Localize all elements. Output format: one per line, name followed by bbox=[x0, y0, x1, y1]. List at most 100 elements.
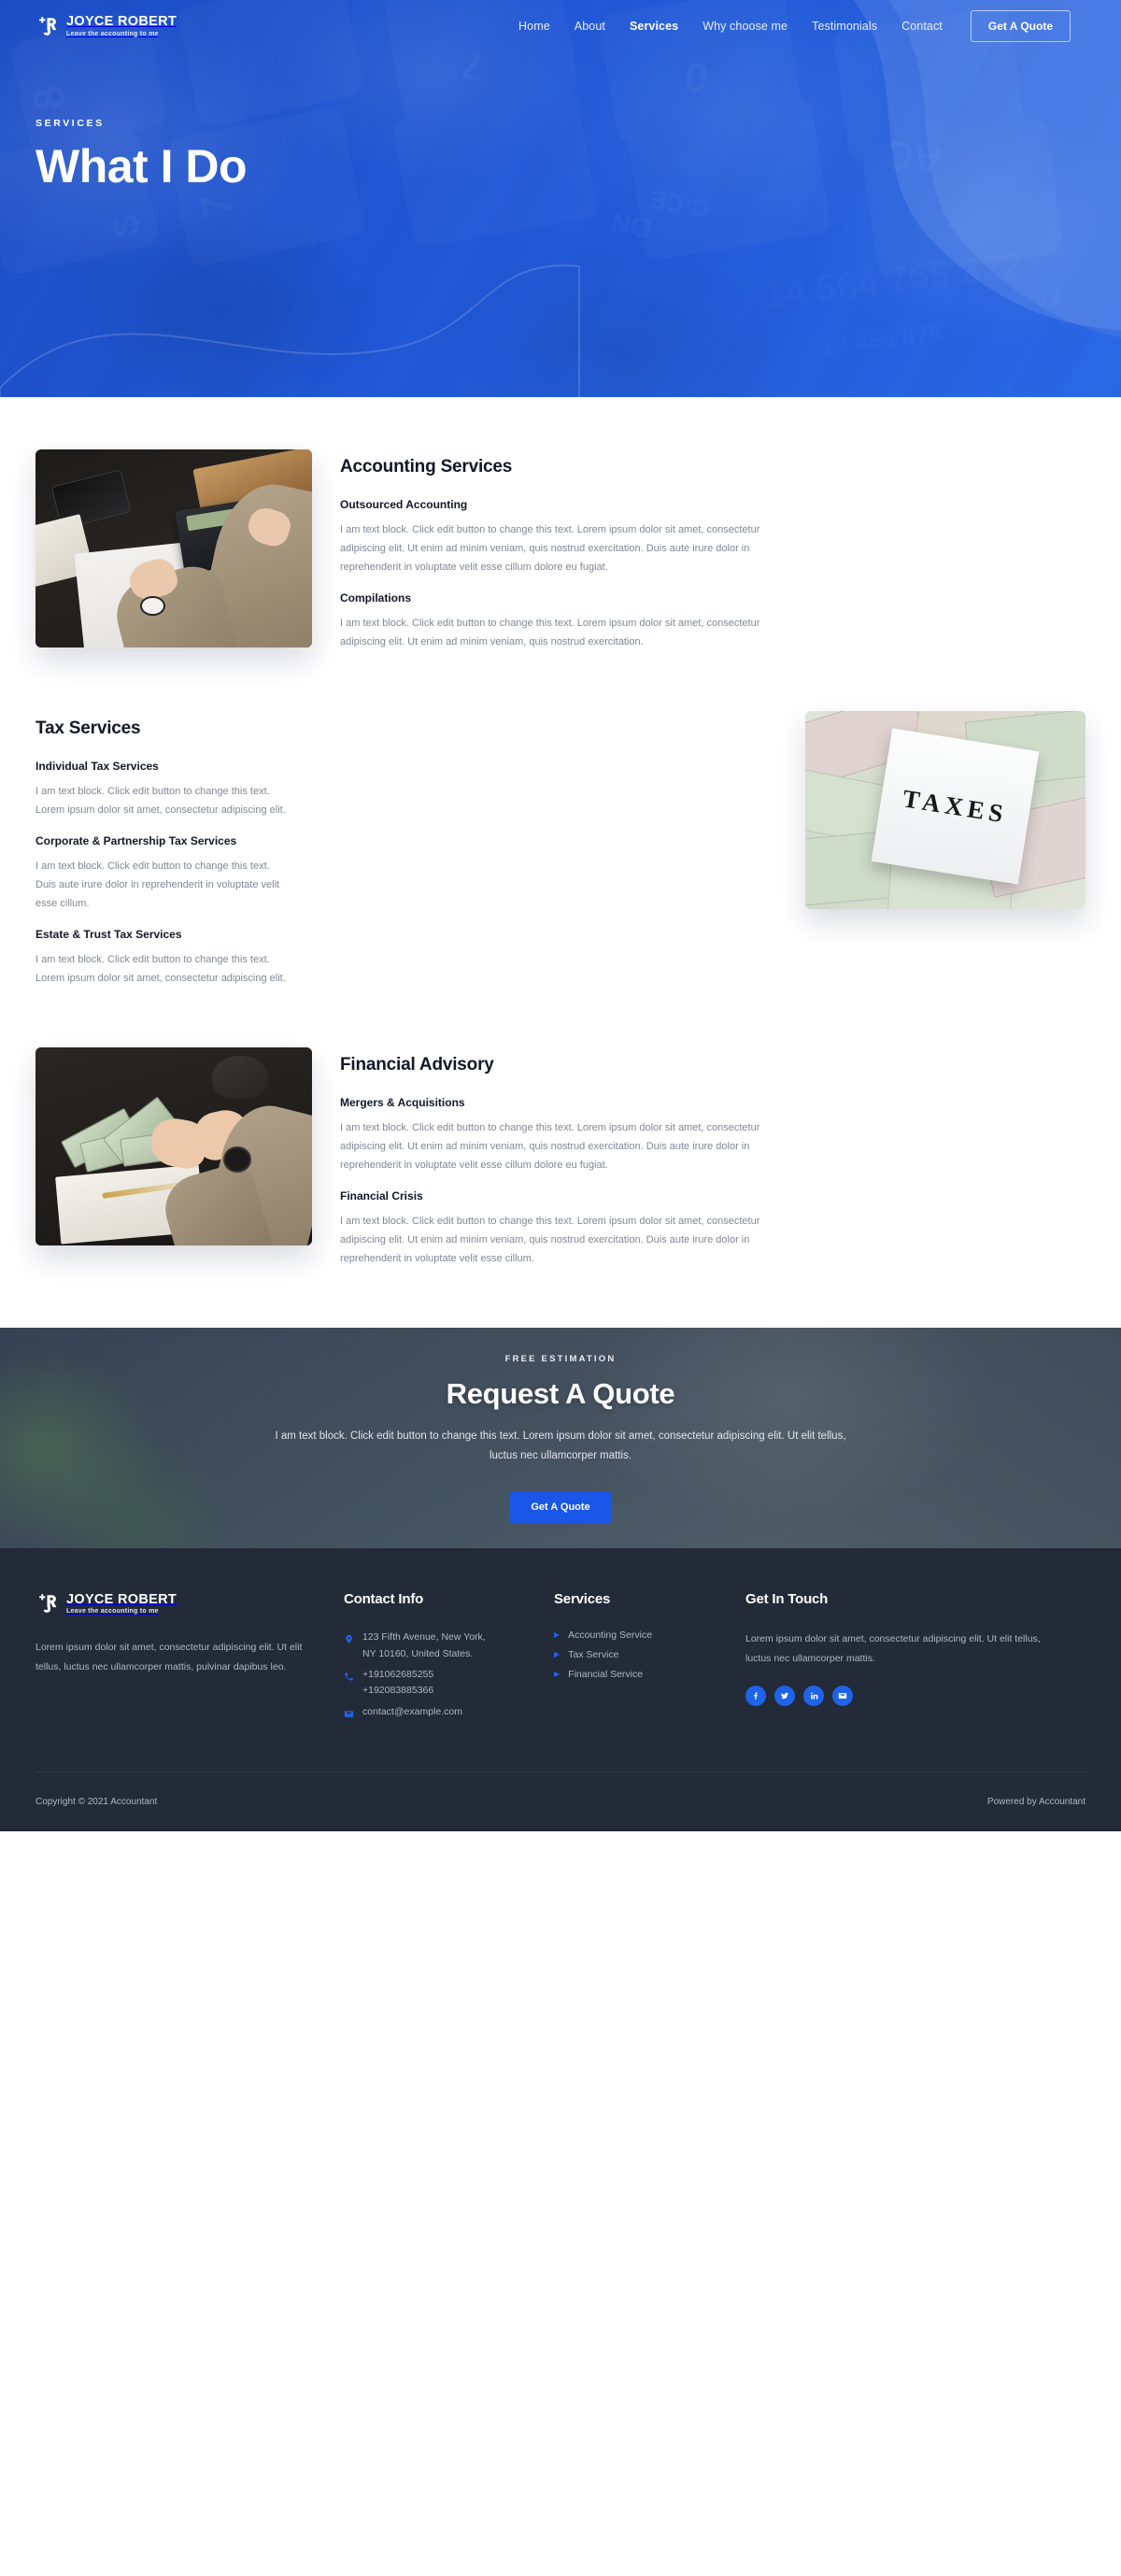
footer-bottom-bar: Copyright © 2021 Accountant Powered by A… bbox=[35, 1771, 1086, 1831]
section-title-tax: Tax Services bbox=[35, 719, 141, 739]
section-title-advisory: Financial Advisory bbox=[340, 1055, 494, 1075]
svg-text:14 456 876: 14 456 876 bbox=[819, 318, 944, 361]
brand-logo-header[interactable]: JOYCE ROBERT Leave the accounting to me bbox=[35, 14, 177, 38]
tax-block-1-heading: Individual Tax Services bbox=[35, 760, 159, 774]
accounting-block-2-heading: Compilations bbox=[340, 591, 412, 605]
footer-service-financial[interactable]: Financial Service bbox=[568, 1669, 643, 1680]
taxes-sign-on-money-photo: TAXES bbox=[805, 711, 1086, 910]
accounting-block-2-text: I am text block. Click edit button to ch… bbox=[340, 618, 760, 648]
footer-contact-title: Contact Info bbox=[344, 1591, 424, 1608]
hero-kicker: SERVICES bbox=[35, 118, 105, 129]
powered-by-text: Powered by Accountant bbox=[986, 1796, 1086, 1807]
accounting-image-wrap bbox=[35, 449, 312, 648]
jr-monogram-icon bbox=[35, 14, 60, 38]
phone-link-1[interactable]: +191062685255 bbox=[362, 1667, 433, 1683]
social-links bbox=[745, 1686, 1054, 1707]
caret-right-icon: ▶ bbox=[554, 1670, 560, 1679]
section-title-accounting: Accounting Services bbox=[340, 457, 513, 477]
counting-cash-photo bbox=[35, 1047, 312, 1246]
footer-brand-name: JOYCE ROBERT bbox=[66, 1591, 177, 1607]
tax-block-3-text: I am text block. Click edit button to ch… bbox=[35, 954, 286, 985]
section-financial-advisory: Financial Advisory Mergers & Acquisition… bbox=[35, 1047, 1086, 1283]
address-line-1: 123 Fifth Avenue, New York, bbox=[362, 1631, 486, 1644]
tax-block-2-heading: Corporate & Partnership Tax Services bbox=[35, 834, 237, 848]
cta-title: Request A Quote bbox=[446, 1377, 675, 1411]
services-sections: Accounting Services Outsourced Accountin… bbox=[0, 397, 1121, 1283]
nav-links: Home About Services Why choose me Testim… bbox=[518, 16, 943, 36]
advisory-block-2-text: I am text block. Click edit button to ch… bbox=[340, 1216, 760, 1265]
footer-touch-title: Get In Touch bbox=[745, 1591, 829, 1608]
tax-block-2-text: I am text block. Click edit button to ch… bbox=[35, 861, 280, 910]
accounting-block-1-text: I am text block. Click edit button to ch… bbox=[340, 524, 760, 574]
advisory-image-wrap bbox=[35, 1047, 312, 1246]
email-link[interactable]: contact@example.com bbox=[362, 1704, 462, 1720]
cta-kicker: FREE ESTIMATION bbox=[504, 1354, 617, 1365]
footer-services-title: Services bbox=[554, 1591, 611, 1608]
footer-about-column: JOYCE ROBERT Leave the accounting to me … bbox=[35, 1591, 344, 1728]
list-item: ▶ Accounting Service bbox=[554, 1630, 745, 1641]
twitter-icon[interactable] bbox=[774, 1686, 795, 1707]
advisory-block-2: Financial Crisis I am text block. Click … bbox=[340, 1189, 1086, 1268]
contact-email-text: contact@example.com bbox=[362, 1704, 462, 1720]
hero-content: SERVICES What I Do bbox=[0, 52, 1121, 192]
footer-about-text: Lorem ipsum dolor sit amet, consectetur … bbox=[35, 1642, 303, 1673]
contact-address-item: 123 Fifth Avenue, New York, NY 10160, Un… bbox=[344, 1630, 554, 1662]
nav-item-about[interactable]: About bbox=[575, 16, 605, 36]
tax-block-2: Corporate & Partnership Tax Services I a… bbox=[35, 834, 721, 913]
nav-item-why-choose-me[interactable]: Why choose me bbox=[702, 16, 788, 36]
main-navigation: JOYCE ROBERT Leave the accounting to me … bbox=[0, 0, 1121, 52]
email-icon[interactable] bbox=[832, 1686, 853, 1707]
brand-tagline: Leave the accounting to me bbox=[66, 30, 159, 37]
nav-item-home[interactable]: Home bbox=[518, 16, 550, 36]
contact-email-item: contact@example.com bbox=[344, 1704, 554, 1724]
tax-block-3-heading: Estate & Trust Tax Services bbox=[35, 928, 182, 942]
svg-text:7: 7 bbox=[191, 190, 243, 221]
footer-service-tax[interactable]: Tax Service bbox=[568, 1649, 618, 1660]
advisory-block-1-heading: Mergers & Acquisitions bbox=[340, 1096, 465, 1110]
footer-columns: JOYCE ROBERT Leave the accounting to me … bbox=[35, 1591, 1086, 1728]
map-pin-icon bbox=[344, 1632, 354, 1649]
advisory-text-wrap: Financial Advisory Mergers & Acquisition… bbox=[340, 1047, 1086, 1283]
list-item: ▶ Financial Service bbox=[554, 1669, 745, 1680]
footer-services-column: Services ▶ Accounting Service ▶ Tax Serv… bbox=[554, 1591, 745, 1728]
request-a-quote-section: FREE ESTIMATION Request A Quote I am tex… bbox=[0, 1328, 1121, 1549]
cta-get-a-quote-button[interactable]: Get A Quote bbox=[510, 1490, 611, 1523]
tax-text-wrap: Tax Services Individual Tax Services I a… bbox=[35, 711, 777, 1003]
header-get-a-quote-button[interactable]: Get A Quote bbox=[970, 10, 1071, 42]
svg-text:72: 72 bbox=[1034, 283, 1064, 314]
footer-service-accounting[interactable]: Accounting Service bbox=[568, 1630, 652, 1641]
brand-logo-footer[interactable]: JOYCE ROBERT Leave the accounting to me bbox=[35, 1591, 306, 1615]
svg-text:$: $ bbox=[105, 212, 149, 240]
accounting-text-wrap: Accounting Services Outsourced Accountin… bbox=[340, 449, 1086, 666]
brand-name: JOYCE ROBERT bbox=[66, 14, 177, 30]
phone-icon bbox=[344, 1670, 354, 1686]
footer-brand-tagline: Leave the accounting to me bbox=[66, 1608, 159, 1615]
accounting-block-1-heading: Outsourced Accounting bbox=[340, 498, 468, 511]
tax-block-1: Individual Tax Services I am text block.… bbox=[35, 760, 721, 819]
svg-text:ON: ON bbox=[608, 206, 655, 243]
address-line-2: NY 10160, United States. bbox=[362, 1647, 474, 1659]
tax-block-1-text: I am text block. Click edit button to ch… bbox=[35, 786, 286, 817]
contact-address-text: 123 Fifth Avenue, New York, NY 10160, Un… bbox=[362, 1630, 486, 1662]
caret-right-icon: ▶ bbox=[554, 1650, 560, 1659]
page-title: What I Do bbox=[35, 140, 248, 192]
footer-contact-column: Contact Info 123 Fifth Avenue, New York,… bbox=[344, 1591, 554, 1728]
phone-link-2[interactable]: +192083885366 bbox=[362, 1683, 433, 1699]
hero-bottom-wave-icon bbox=[0, 264, 580, 397]
envelope-icon bbox=[344, 1707, 354, 1724]
svg-text:14 564 765 322: 14 564 765 322 bbox=[762, 244, 1025, 317]
caret-right-icon: ▶ bbox=[554, 1630, 560, 1640]
advisory-block-2-heading: Financial Crisis bbox=[340, 1189, 423, 1203]
nav-item-contact[interactable]: Contact bbox=[901, 16, 943, 36]
hero-section: 8 7 7 0 ON C-CE AC $ 14 564 765 322 14 4… bbox=[0, 0, 1121, 397]
footer-get-in-touch-column: Get In Touch Lorem ipsum dolor sit amet,… bbox=[745, 1591, 1054, 1728]
accountant-with-calculator-photo bbox=[35, 449, 312, 648]
accounting-block-1: Outsourced Accounting I am text block. C… bbox=[340, 498, 1086, 576]
facebook-icon[interactable] bbox=[745, 1686, 766, 1707]
cta-text: I am text block. Click edit button to ch… bbox=[275, 1430, 846, 1462]
contact-phone-item: +191062685255 +192083885366 bbox=[344, 1667, 554, 1700]
nav-item-testimonials[interactable]: Testimonials bbox=[812, 16, 877, 36]
cta-content: FREE ESTIMATION Request A Quote I am tex… bbox=[234, 1354, 887, 1523]
linkedin-icon[interactable] bbox=[803, 1686, 824, 1707]
nav-item-services[interactable]: Services bbox=[630, 16, 678, 36]
